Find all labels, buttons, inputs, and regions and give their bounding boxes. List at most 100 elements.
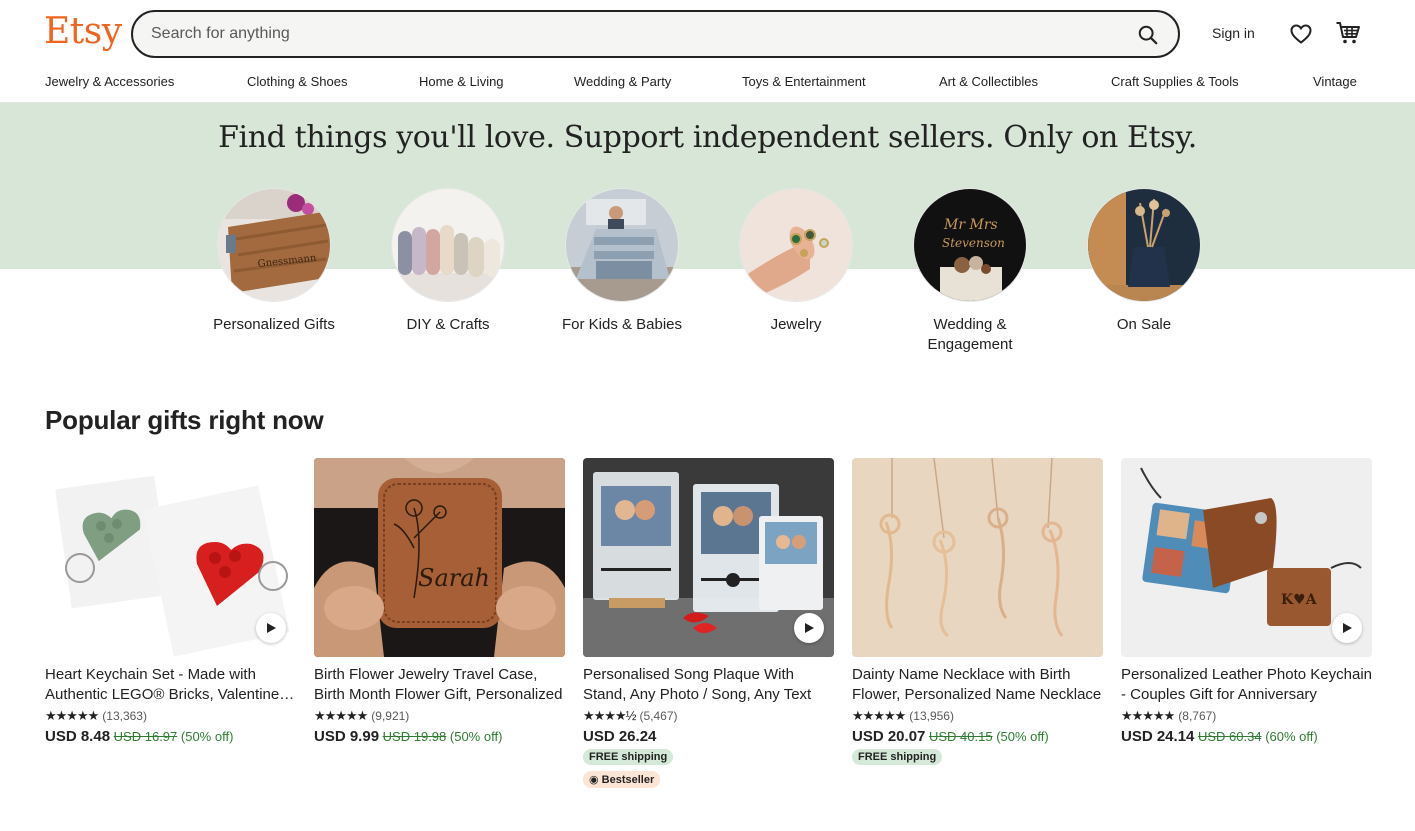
star-rating: ★★★★★: [45, 708, 99, 723]
circle-on-sale[interactable]: On Sale: [1079, 188, 1209, 335]
circle-label: For Kids & Babies: [561, 316, 683, 333]
review-count: (13,956): [909, 709, 954, 723]
circle-jewelry[interactable]: Jewelry: [731, 188, 861, 335]
play-icon: [1343, 623, 1352, 633]
review-count: (8,767): [1178, 709, 1217, 723]
diy-crafts-image: [391, 188, 505, 302]
listing-title[interactable]: Birth Flower Jewelry Travel Case, Birth …: [314, 665, 565, 705]
circle-wedding-engagement[interactable]: Mr Mrs Stevenson Wedding & Engagement: [905, 188, 1035, 355]
video-play-button[interactable]: [1332, 613, 1362, 643]
review-count: (9,921): [371, 709, 410, 723]
cart-button[interactable]: [1335, 20, 1361, 46]
listing-title[interactable]: Personalised Song Plaque With Stand, Any…: [583, 665, 834, 705]
circle-label: Wedding & Engagement: [927, 316, 1013, 353]
search-bar: [131, 10, 1180, 58]
free-shipping-badge: FREE shipping: [583, 749, 674, 765]
nav-wedding-party[interactable]: Wedding & Party: [574, 74, 671, 89]
section-title: Popular gifts right now: [45, 405, 324, 435]
favorites-button[interactable]: [1289, 22, 1313, 46]
review-count: (5,467): [639, 709, 678, 723]
nav-vintage[interactable]: Vintage: [1313, 74, 1357, 89]
discount: (50% off): [449, 729, 503, 744]
discount: (60% off): [1265, 729, 1318, 744]
personalized-gifts-image: Gnessmann: [217, 188, 331, 302]
sale-price: USD 24.14: [1121, 728, 1195, 745]
listing-title[interactable]: Dainty Name Necklace with Birth Flower, …: [852, 665, 1103, 705]
price-row: USD 8.48 USD 16.97 (50% off): [45, 728, 296, 745]
original-price: USD 19.98: [382, 729, 447, 744]
star-rating: ★★★★½: [583, 708, 636, 723]
site-header: Etsy Sign in Jewelry & Accessories Cloth…: [0, 0, 1415, 103]
wedding-engagement-image: Mr Mrs Stevenson: [913, 188, 1027, 302]
free-shipping-badge: FREE shipping: [852, 749, 943, 765]
listing-card[interactable]: Personalised Song Plaque With Stand, Any…: [583, 458, 834, 788]
listing-card[interactable]: Dainty Name Necklace with Birth Flower, …: [852, 458, 1103, 765]
listing-image: K♥A: [1121, 458, 1372, 657]
bestseller-label: Bestseller: [601, 774, 655, 786]
listing-image: [45, 458, 296, 657]
sale-price: USD 8.48: [45, 728, 111, 745]
listing-title[interactable]: Heart Keychain Set - Made with Authentic…: [45, 665, 296, 705]
etsy-logo[interactable]: Etsy: [44, 11, 122, 52]
play-icon: [267, 623, 276, 633]
price-row: USD 26.24: [583, 728, 834, 745]
search-button[interactable]: [1134, 21, 1162, 49]
original-price: USD 16.97: [113, 729, 178, 744]
video-play-button[interactable]: [794, 613, 824, 643]
search-input[interactable]: [151, 12, 1111, 56]
svg-text:Mr Mrs: Mr Mrs: [943, 217, 998, 233]
sale-price: USD 20.07: [852, 728, 926, 745]
circle-label: On Sale: [1116, 316, 1172, 333]
price-row: USD 24.14 USD 60.34 (60% off): [1121, 728, 1372, 745]
svg-text:K♥A: K♥A: [1281, 592, 1318, 608]
svg-text:Stevenson: Stevenson: [942, 236, 1005, 250]
star-rating: ★★★★★: [1121, 708, 1175, 723]
listing-rating: ★★★★★ (8,767): [1121, 708, 1372, 724]
bestseller-badge: ◉ Bestseller: [583, 771, 661, 788]
nav-jewelry-accessories[interactable]: Jewelry & Accessories: [45, 74, 174, 89]
circle-label: Personalized Gifts: [213, 316, 335, 333]
nav-art-collectibles[interactable]: Art & Collectibles: [939, 74, 1038, 89]
circle-label: DIY & Crafts: [406, 316, 490, 333]
price-row: USD 9.99 USD 19.98 (50% off): [314, 728, 565, 745]
circle-personalized-gifts[interactable]: Gnessmann Personalized Gifts: [209, 188, 339, 335]
jewelry-image: [739, 188, 853, 302]
sign-in-link[interactable]: Sign in: [1212, 25, 1255, 41]
hero-title: Find things you'll love. Support indepen…: [218, 120, 1197, 155]
original-price: USD 40.15: [929, 729, 993, 744]
listing-image: [583, 458, 834, 657]
star-rating: ★★★★★: [314, 708, 368, 723]
sale-price: USD 26.24: [583, 728, 657, 745]
original-price: USD 60.34: [1198, 729, 1262, 744]
svg-text:Sarah: Sarah: [418, 564, 490, 592]
listing-card[interactable]: Sarah Birth Flower Jewelry Travel Case, …: [314, 458, 565, 745]
nav-toys-entertainment[interactable]: Toys & Entertainment: [742, 74, 866, 89]
video-play-button[interactable]: [256, 613, 286, 643]
discount: (50% off): [996, 729, 1049, 744]
nav-craft-supplies-tools[interactable]: Craft Supplies & Tools: [1111, 74, 1239, 89]
listing-rating: ★★★★★ (13,956): [852, 708, 1103, 724]
listing-rating: ★★★★★ (9,921): [314, 708, 565, 724]
bestseller-icon: ◉: [589, 774, 599, 786]
nav-clothing-shoes[interactable]: Clothing & Shoes: [247, 74, 347, 89]
category-nav: Jewelry & Accessories Clothing & Shoes H…: [0, 74, 1415, 94]
cart-icon: [1336, 22, 1360, 44]
search-icon: [1138, 25, 1158, 45]
for-kids-babies-image: [565, 188, 679, 302]
circle-for-kids-babies[interactable]: For Kids & Babies: [557, 188, 687, 335]
circle-label: Jewelry: [770, 316, 822, 333]
star-rating: ★★★★★: [852, 708, 906, 723]
play-icon: [805, 623, 814, 633]
listing-title[interactable]: Personalized Leather Photo Keychain - Co…: [1121, 665, 1372, 705]
on-sale-image: [1087, 188, 1201, 302]
circle-diy-crafts[interactable]: DIY & Crafts: [383, 188, 513, 335]
heart-icon: [1290, 24, 1312, 44]
listing-rating: ★★★★½ (5,467): [583, 708, 834, 724]
review-count: (13,363): [102, 709, 147, 723]
price-row: USD 20.07 USD 40.15 (50% off): [852, 728, 1103, 745]
nav-home-living[interactable]: Home & Living: [419, 74, 504, 89]
discount: (50% off): [180, 729, 234, 744]
listing-image: [852, 458, 1103, 657]
listing-card[interactable]: K♥A Personalized Leather Photo Keychain …: [1121, 458, 1372, 745]
listing-card[interactable]: Heart Keychain Set - Made with Authentic…: [45, 458, 296, 745]
